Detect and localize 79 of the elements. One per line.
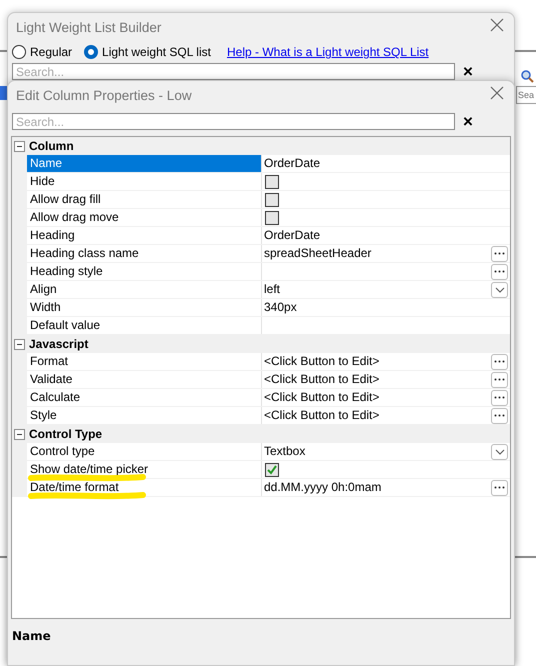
property-value: <Click Button to Edit> [264,389,380,406]
radio-label: Light weight SQL list [102,44,211,61]
category-row[interactable]: Control Type [12,425,510,443]
property-value: <Click Button to Edit> [264,353,380,370]
ellipsis-icon [494,486,505,489]
radio-button[interactable] [12,45,26,59]
checkbox[interactable] [265,174,279,188]
property-name[interactable]: Heading class name [27,245,262,262]
help-link[interactable]: Help - What is a Light weight SQL List [226,43,429,61]
radio-option[interactable]: Regular [12,43,72,61]
property-value: <Click Button to Edit> [264,371,380,388]
radio-option[interactable]: Light weight SQL list [84,43,211,61]
property-value: Textbox [264,443,306,460]
property-value: OrderDate [264,227,322,244]
property-name[interactable]: Allow drag move [27,209,262,226]
property-name[interactable]: Allow drag fill [27,191,262,208]
property-name[interactable]: Align [27,281,262,298]
property-name[interactable]: Control type [27,443,262,460]
category-row[interactable]: Javascript [12,335,510,353]
property-value: left [264,281,282,298]
ellipsis-icon [494,270,505,273]
property-name[interactable]: Show date/time picker [27,461,262,478]
property-value: <Click Button to Edit> [264,407,380,424]
property-name[interactable]: Validate [27,371,262,388]
ellipsis-button[interactable] [491,480,508,496]
ellipsis-icon [494,396,505,399]
chevron-down-icon [494,448,504,454]
property-name[interactable]: Format [27,353,262,370]
search-field[interactable]: Sea [516,86,536,104]
property-name[interactable]: Name [27,155,262,172]
ellipsis-button[interactable] [491,408,508,424]
close-button[interactable] [490,86,506,102]
checkbox[interactable] [265,210,279,224]
ellipsis-icon [494,378,505,381]
property-name[interactable]: Heading style [27,263,262,280]
collapse-icon[interactable] [14,338,25,350]
category-label: Control Type [29,426,102,443]
ellipsis-icon [494,414,505,417]
ellipsis-button[interactable] [491,390,508,406]
checkbox[interactable] [265,192,279,206]
ellipsis-button[interactable] [491,264,508,280]
category-row[interactable]: Column [12,137,510,155]
category-label: Javascript [29,336,88,353]
checkbox[interactable] [265,462,279,476]
collapse-icon[interactable] [14,428,25,440]
window-title: Light Weight List Builder [16,19,162,37]
search-field[interactable]: Search... [12,63,455,80]
ellipsis-icon [494,252,505,255]
close-icon [490,18,504,32]
clear-button[interactable]: × [459,64,477,78]
description-title: Name [11,628,52,645]
ellipsis-button[interactable] [491,354,508,370]
collapse-icon[interactable] [14,140,25,152]
chevron-down-icon [494,286,504,292]
search-icon[interactable] [520,69,534,83]
dropdown-button[interactable] [491,444,508,460]
ellipsis-button[interactable] [491,246,508,262]
ellipsis-button[interactable] [491,372,508,388]
category-label: Column [29,138,74,155]
property-name[interactable]: Hide [27,173,262,190]
property-name[interactable]: Style [27,407,262,424]
property-value: OrderDate [264,155,322,172]
property-name[interactable]: Heading [27,227,262,244]
property-name[interactable]: Date/time format [27,479,262,496]
property-value: spreadSheetHeader [264,245,372,262]
property-value: 340px [264,299,298,316]
close-button[interactable] [490,18,506,34]
property-name[interactable]: Width [27,299,262,316]
dropdown-button[interactable] [491,282,508,298]
close-icon [490,86,504,100]
property-name[interactable]: Default value [27,317,262,334]
ellipsis-icon [494,360,505,363]
search-field[interactable]: Search... [12,113,455,130]
clear-button[interactable]: × [459,114,477,128]
radio-button[interactable] [84,45,98,59]
radio-label: Regular [30,44,72,61]
property-name[interactable]: Calculate [27,389,262,406]
window-title: Edit Column Properties - Low [16,87,192,105]
property-value: dd.MM.yyyy 0h:0mam [264,479,382,496]
